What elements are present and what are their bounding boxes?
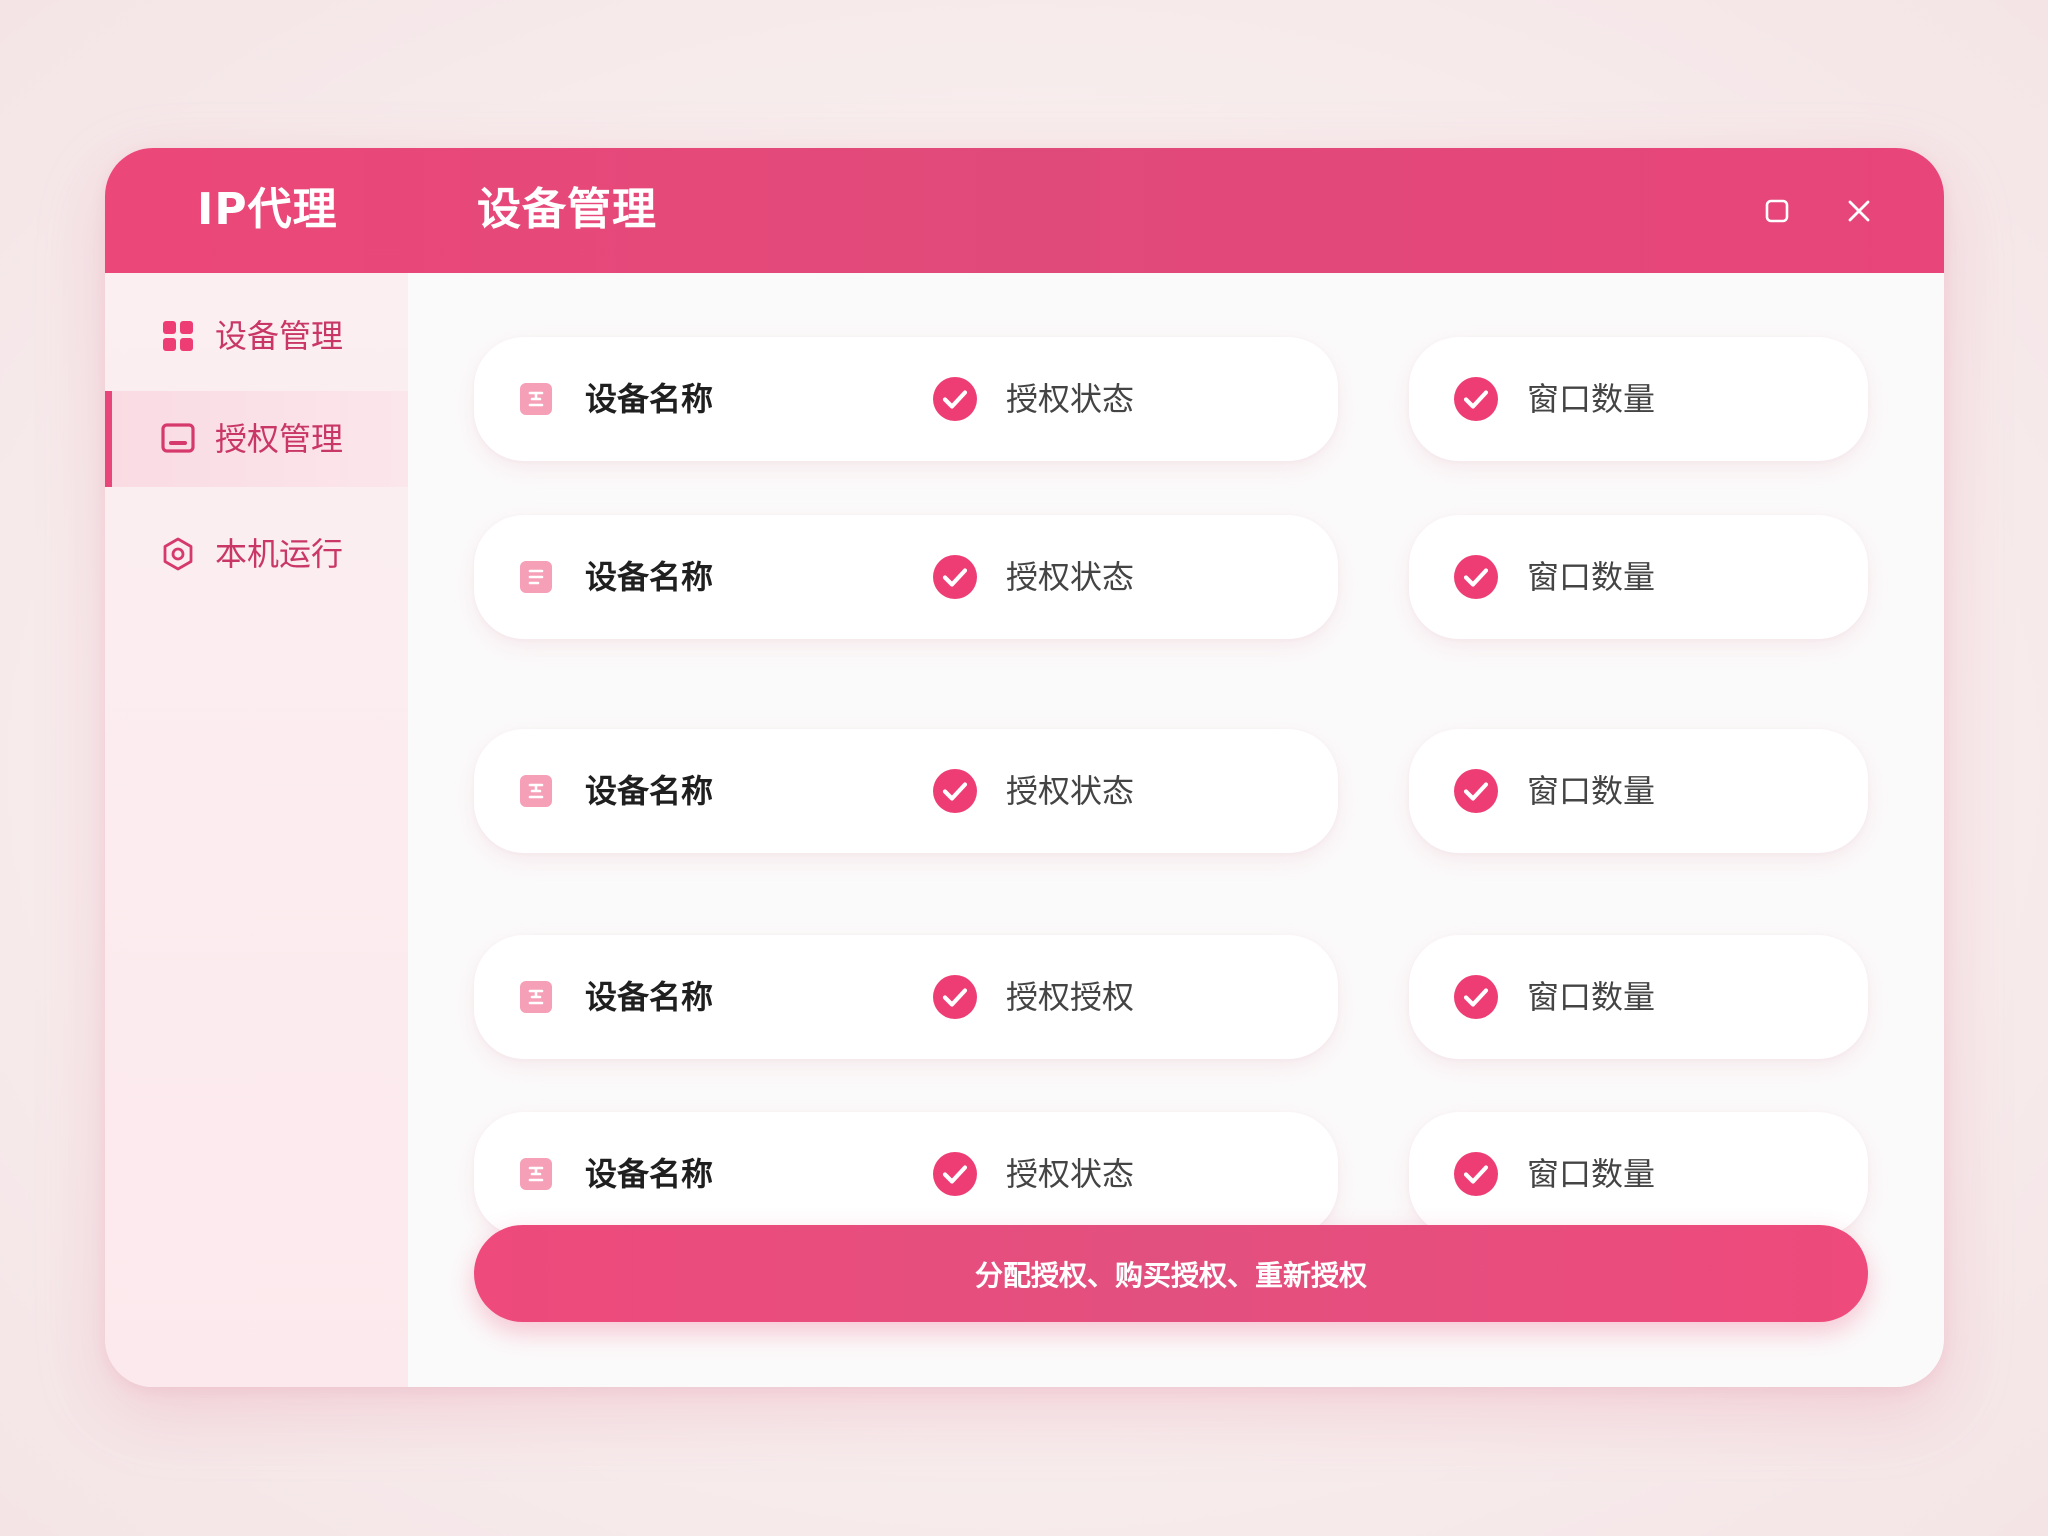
device-name: 设备名称: [585, 978, 714, 1016]
close-icon: [1848, 200, 1870, 222]
window-count-card[interactable]: 窗口数量: [1409, 337, 1868, 461]
window-count: 窗口数量: [1527, 380, 1656, 418]
sidebar-item-authorization-management[interactable]: 授权管理: [105, 391, 408, 487]
check-icon: [932, 1151, 978, 1197]
window-count-card[interactable]: 窗口数量: [1409, 515, 1868, 639]
authorize-action-button[interactable]: 分配授权、购买授权、重新授权: [474, 1225, 1868, 1322]
sidebar-item-label: 设备管理: [215, 317, 344, 355]
authorization-status: 授权状态: [1006, 558, 1135, 596]
window-count: 窗口数量: [1527, 978, 1656, 1016]
monitor-icon: [160, 421, 196, 457]
sidebar: 设备管理 授权管理 本机运行: [105, 273, 408, 1387]
window-count-card[interactable]: 窗口数量: [1409, 935, 1868, 1059]
app-window: IP代理 设备管理 设备管理 授权管理 本机运行 设备名称 授权状态 窗口数量 …: [105, 148, 1944, 1387]
check-icon: [932, 974, 978, 1020]
sidebar-item-device-management[interactable]: 设备管理: [105, 288, 408, 384]
check-icon: [1453, 376, 1499, 422]
device-icon: [520, 775, 552, 807]
sidebar-item-label: 本机运行: [215, 535, 344, 573]
title-bar: IP代理 设备管理: [105, 148, 1944, 273]
device-row[interactable]: 设备名称 授权状态: [474, 515, 1338, 639]
check-icon: [932, 554, 978, 600]
device-icon: [520, 1158, 552, 1190]
window-count: 窗口数量: [1527, 558, 1656, 596]
window-count: 窗口数量: [1527, 772, 1656, 810]
maximize-icon: [1765, 199, 1789, 223]
sidebar-item-label: 授权管理: [215, 420, 344, 458]
authorization-status: 授权状态: [1006, 772, 1135, 810]
window-count-card[interactable]: 窗口数量: [1409, 1112, 1868, 1236]
check-icon: [1453, 554, 1499, 600]
grid-icon: [160, 318, 196, 354]
device-icon: [520, 981, 552, 1013]
device-row[interactable]: 设备名称 授权授权: [474, 935, 1338, 1059]
sidebar-item-local-run[interactable]: 本机运行: [105, 506, 408, 602]
device-row[interactable]: 设备名称 授权状态: [474, 729, 1338, 853]
device-name: 设备名称: [585, 772, 714, 810]
device-name: 设备名称: [585, 1155, 714, 1193]
check-icon: [932, 376, 978, 422]
app-title: IP代理: [197, 184, 338, 235]
device-icon: [520, 383, 552, 415]
device-name: 设备名称: [585, 380, 714, 418]
authorization-status: 授权状态: [1006, 380, 1135, 418]
hexagon-icon: [160, 536, 196, 572]
maximize-button[interactable]: [1754, 188, 1800, 234]
close-button[interactable]: [1836, 188, 1882, 234]
check-icon: [1453, 1151, 1499, 1197]
device-icon: [520, 561, 552, 593]
page-title: 设备管理: [477, 184, 657, 235]
authorization-status: 授权授权: [1006, 978, 1135, 1016]
window-count: 窗口数量: [1527, 1155, 1656, 1193]
device-row[interactable]: 设备名称 授权状态: [474, 1112, 1338, 1236]
check-icon: [932, 768, 978, 814]
device-name: 设备名称: [585, 558, 714, 596]
authorization-status: 授权状态: [1006, 1155, 1135, 1193]
check-icon: [1453, 768, 1499, 814]
check-icon: [1453, 974, 1499, 1020]
window-count-card[interactable]: 窗口数量: [1409, 729, 1868, 853]
device-row[interactable]: 设备名称 授权状态: [474, 337, 1338, 461]
